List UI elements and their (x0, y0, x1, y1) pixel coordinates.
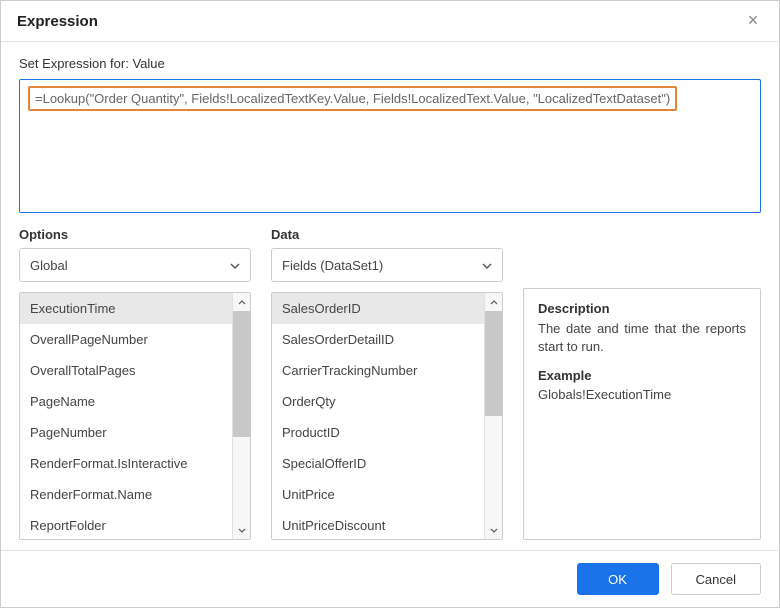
description-label: Description (538, 301, 746, 316)
scroll-up-icon[interactable] (485, 293, 502, 311)
expression-dialog: Expression × Set Expression for: Value =… (0, 0, 780, 608)
data-scrollbar[interactable] (484, 293, 502, 539)
set-expression-label: Set Expression for: Value (19, 56, 761, 71)
chevron-down-icon (482, 258, 492, 272)
list-item[interactable]: PageNumber (20, 417, 232, 448)
chevron-down-icon (230, 258, 240, 272)
scroll-thumb[interactable] (485, 311, 502, 416)
list-item[interactable]: PageName (20, 386, 232, 417)
dialog-footer: OK Cancel (1, 550, 779, 607)
list-item[interactable]: SalesOrderID (272, 293, 484, 324)
dialog-body: Set Expression for: Value =Lookup("Order… (1, 42, 779, 550)
list-item[interactable]: CarrierTrackingNumber (272, 355, 484, 386)
list-item[interactable]: SalesOrderDetailID (272, 324, 484, 355)
options-column: Options Global ExecutionTimeOverallPageN… (19, 227, 251, 540)
data-listbox[interactable]: SalesOrderIDSalesOrderDetailIDCarrierTra… (271, 292, 503, 540)
list-item[interactable]: OverallPageNumber (20, 324, 232, 355)
info-box: Description The date and time that the r… (523, 288, 761, 540)
list-item[interactable]: ReportFolder (20, 510, 232, 539)
description-text: The date and time that the reports start… (538, 320, 746, 356)
options-listbox[interactable]: ExecutionTimeOverallPageNumberOverallTot… (19, 292, 251, 540)
info-column: Description The date and time that the r… (523, 227, 761, 540)
options-scrollbar[interactable] (232, 293, 250, 539)
list-item[interactable]: RenderFormat.IsInteractive (20, 448, 232, 479)
dialog-header: Expression × (1, 1, 779, 42)
example-text: Globals!ExecutionTime (538, 387, 746, 402)
data-column: Data Fields (DataSet1) SalesOrderIDSales… (271, 227, 503, 540)
dialog-title: Expression (17, 13, 98, 30)
list-item[interactable]: RenderFormat.Name (20, 479, 232, 510)
expression-text: =Lookup("Order Quantity", Fields!Localiz… (28, 86, 677, 111)
scroll-down-icon[interactable] (485, 521, 502, 539)
list-item[interactable]: OverallTotalPages (20, 355, 232, 386)
scroll-track[interactable] (485, 311, 502, 521)
list-item[interactable]: SpecialOfferID (272, 448, 484, 479)
scroll-thumb[interactable] (233, 311, 250, 437)
options-label: Options (19, 227, 251, 242)
data-label: Data (271, 227, 503, 242)
list-item[interactable]: ExecutionTime (20, 293, 232, 324)
close-icon[interactable]: × (743, 11, 763, 31)
cancel-button[interactable]: Cancel (671, 563, 761, 595)
data-select[interactable]: Fields (DataSet1) (271, 248, 503, 282)
columns: Options Global ExecutionTimeOverallPageN… (19, 227, 761, 540)
ok-button[interactable]: OK (577, 563, 659, 595)
list-item[interactable]: ProductID (272, 417, 484, 448)
expression-input[interactable]: =Lookup("Order Quantity", Fields!Localiz… (19, 79, 761, 213)
list-item[interactable]: UnitPriceDiscount (272, 510, 484, 539)
data-select-value: Fields (DataSet1) (282, 258, 383, 273)
list-item[interactable]: UnitPrice (272, 479, 484, 510)
example-label: Example (538, 368, 746, 383)
scroll-track[interactable] (233, 311, 250, 521)
options-select[interactable]: Global (19, 248, 251, 282)
scroll-down-icon[interactable] (233, 521, 250, 539)
scroll-up-icon[interactable] (233, 293, 250, 311)
options-select-value: Global (30, 258, 68, 273)
list-item[interactable]: OrderQty (272, 386, 484, 417)
